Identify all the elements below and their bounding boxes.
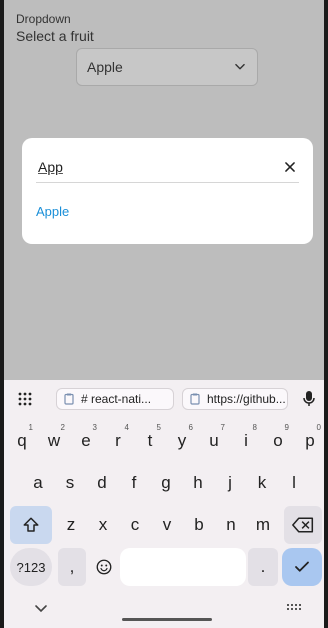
key-w[interactable]: w2: [40, 422, 68, 460]
symbols-key[interactable]: ?123: [10, 548, 52, 586]
comma-key[interactable]: ,: [58, 548, 86, 586]
key-f[interactable]: f: [120, 464, 148, 502]
backspace-icon: [292, 517, 314, 533]
keyboard-row-1: q1w2e3r4t5y6u7i8o9p0: [4, 422, 324, 460]
key-p[interactable]: p0: [296, 422, 324, 460]
keyboard-toolbar: # react-nati... https://github...: [4, 380, 324, 418]
emoji-key[interactable]: [90, 548, 118, 586]
clipboard-chip-2[interactable]: https://github...: [182, 388, 288, 410]
keyboard-switch-icon[interactable]: [286, 603, 302, 613]
backspace-key[interactable]: [284, 506, 322, 544]
key-g[interactable]: g: [152, 464, 180, 502]
close-icon: [285, 162, 295, 172]
key-number-hint: 9: [284, 423, 289, 432]
key-label: e: [81, 431, 91, 450]
key-q[interactable]: q1: [8, 422, 36, 460]
key-label: i: [244, 431, 248, 450]
key-label: t: [147, 431, 153, 450]
clipboard-icon: [64, 393, 74, 405]
key-v[interactable]: v: [153, 506, 181, 544]
hide-keyboard-icon[interactable]: [34, 604, 48, 614]
dropdown-modal: App Apple: [22, 138, 313, 244]
search-row: App: [36, 152, 299, 183]
key-label: w: [47, 431, 61, 450]
key-e[interactable]: e3: [72, 422, 100, 460]
key-l[interactable]: l: [280, 464, 308, 502]
key-x[interactable]: x: [89, 506, 117, 544]
key-number-hint: 4: [124, 423, 129, 432]
keyboard-row-2: asdfghjkl: [4, 464, 324, 502]
shift-key[interactable]: [10, 506, 52, 544]
section-label: Dropdown: [16, 12, 71, 26]
key-j[interactable]: j: [216, 464, 244, 502]
key-number-hint: 3: [92, 423, 97, 432]
key-label: q: [17, 431, 27, 450]
key-k[interactable]: k: [248, 464, 276, 502]
key-d[interactable]: d: [88, 464, 116, 502]
app-screen: Dropdown Select a fruit Apple App Apple: [4, 0, 324, 628]
key-n[interactable]: n: [217, 506, 245, 544]
keyboard-nav-bar: [4, 596, 324, 628]
key-s[interactable]: s: [56, 464, 84, 502]
dropdown-value: Apple: [87, 59, 123, 75]
key-number-hint: 0: [316, 423, 321, 432]
period-key[interactable]: .: [248, 548, 278, 586]
keyboard-row-4: ?123 , .: [4, 548, 324, 586]
clipboard-chip-1-label: # react-nati...: [81, 392, 152, 406]
key-r[interactable]: r4: [104, 422, 132, 460]
key-label: y: [177, 431, 187, 450]
key-a[interactable]: a: [24, 464, 52, 502]
clipboard-chip-1[interactable]: # react-nati...: [56, 388, 174, 410]
clipboard-chip-2-label: https://github...: [207, 392, 286, 406]
dimmed-background[interactable]: Dropdown Select a fruit Apple App Apple: [4, 0, 324, 380]
key-number-hint: 6: [188, 423, 193, 432]
key-label: p: [305, 431, 315, 450]
key-number-hint: 1: [28, 423, 33, 432]
space-key[interactable]: [120, 548, 246, 586]
key-c[interactable]: c: [121, 506, 149, 544]
key-o[interactable]: o9: [264, 422, 292, 460]
key-z[interactable]: z: [57, 506, 85, 544]
key-number-hint: 2: [60, 423, 65, 432]
key-b[interactable]: b: [185, 506, 213, 544]
checkmark-icon: [295, 561, 309, 572]
done-key[interactable]: [282, 548, 322, 586]
gesture-nav-handle[interactable]: [122, 618, 212, 621]
key-number-hint: 8: [252, 423, 257, 432]
key-i[interactable]: i8: [232, 422, 260, 460]
key-m[interactable]: m: [249, 506, 277, 544]
keyboard-row-3: zxcvbnm: [4, 506, 324, 544]
key-u[interactable]: u7: [200, 422, 228, 460]
key-label: o: [273, 431, 283, 450]
soft-keyboard: # react-nati... https://github... q1w2e3…: [4, 380, 324, 628]
chevron-down-icon: [235, 63, 245, 70]
apps-grid-icon[interactable]: [18, 392, 32, 406]
key-label: r: [115, 431, 121, 450]
microphone-icon[interactable]: [302, 390, 316, 408]
fruit-dropdown[interactable]: Apple: [76, 48, 258, 86]
section-title: Select a fruit: [16, 28, 94, 44]
key-y[interactable]: y6: [168, 422, 196, 460]
shift-icon: [23, 517, 39, 532]
key-number-hint: 7: [220, 423, 225, 432]
result-item[interactable]: Apple: [36, 204, 69, 219]
clipboard-icon: [190, 393, 200, 405]
key-t[interactable]: t5: [136, 422, 164, 460]
key-number-hint: 5: [156, 423, 161, 432]
search-input[interactable]: App: [36, 159, 281, 175]
clear-search-button[interactable]: [281, 158, 299, 176]
emoji-icon: [96, 559, 112, 575]
key-h[interactable]: h: [184, 464, 212, 502]
key-label: u: [209, 431, 219, 450]
